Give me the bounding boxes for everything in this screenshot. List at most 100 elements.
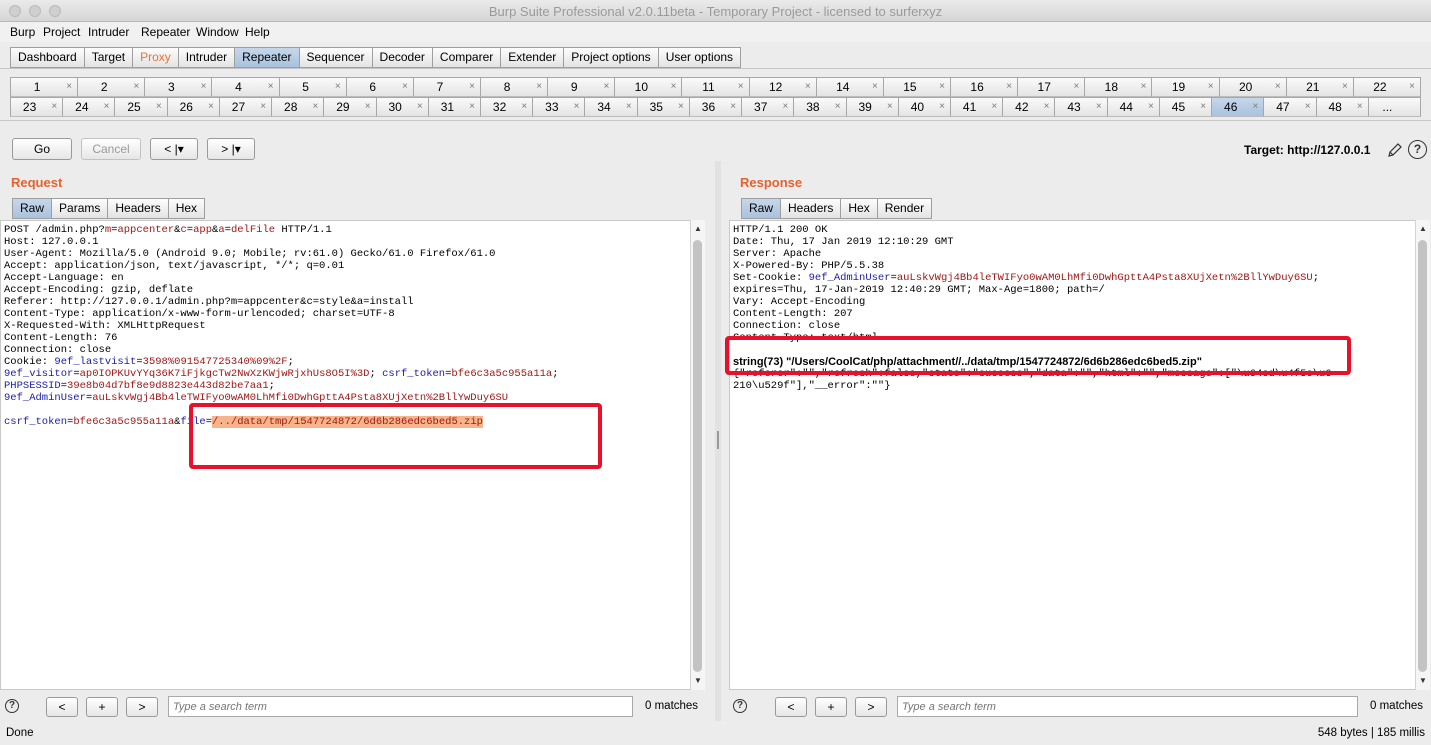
repeater-tab-10[interactable]: 10 × <box>614 77 683 97</box>
repeater-tab-9[interactable]: 9 × <box>547 77 616 97</box>
repeater-tab-30[interactable]: 30 × <box>375 97 429 117</box>
tab-project-options[interactable]: Project options <box>563 47 658 68</box>
close-tab-icon[interactable]: × <box>51 98 57 116</box>
close-tab-icon[interactable]: × <box>805 78 811 96</box>
close-tab-icon[interactable]: × <box>1200 98 1206 116</box>
close-tab-icon[interactable]: × <box>260 98 266 116</box>
close-tab-icon[interactable]: × <box>268 78 274 96</box>
repeater-tab-20[interactable]: 20 × <box>1218 77 1287 97</box>
close-tab-icon[interactable]: × <box>1148 98 1154 116</box>
tab-decoder[interactable]: Decoder <box>371 47 432 68</box>
repeater-tab-46[interactable]: 46 × <box>1211 97 1265 117</box>
close-tab-icon[interactable]: × <box>1305 98 1311 116</box>
repeater-tab-23[interactable]: 23 × <box>10 97 64 117</box>
tab-comparer[interactable]: Comparer <box>431 47 501 68</box>
help-icon[interactable]: ? <box>1408 140 1427 159</box>
repeater-tab-47[interactable]: 47 × <box>1263 97 1317 117</box>
repeater-tab-6[interactable]: 6 × <box>345 77 414 97</box>
go-button[interactable]: Go <box>12 138 72 160</box>
response-help-icon[interactable]: ? <box>733 699 747 713</box>
request-tab-headers[interactable]: Headers <box>107 198 168 219</box>
repeater-tab-43[interactable]: 43 × <box>1054 97 1108 117</box>
repeater-tab-...[interactable]: ... <box>1367 97 1421 117</box>
tab-proxy[interactable]: Proxy <box>132 47 178 68</box>
repeater-tab-2[interactable]: 2 × <box>77 77 146 97</box>
close-tab-icon[interactable]: × <box>671 78 677 96</box>
close-tab-icon[interactable]: × <box>521 98 527 116</box>
pencil-icon[interactable] <box>1386 141 1404 159</box>
menu-burp[interactable]: Burp <box>10 25 35 39</box>
menu-repeater[interactable]: Repeater <box>141 25 190 39</box>
repeater-tab-38[interactable]: 38 × <box>793 97 847 117</box>
close-tab-icon[interactable]: × <box>678 98 684 116</box>
close-tab-icon[interactable]: × <box>66 78 72 96</box>
split-divider[interactable] <box>715 161 721 721</box>
forward-button[interactable]: > |▾ <box>207 138 255 160</box>
repeater-tab-14[interactable]: 14 × <box>815 77 884 97</box>
request-tab-raw[interactable]: Raw <box>12 198 52 219</box>
close-tab-icon[interactable]: × <box>1342 78 1348 96</box>
close-tab-icon[interactable]: × <box>1275 78 1281 96</box>
scroll-up-icon[interactable]: ▲ <box>694 224 702 233</box>
repeater-tab-24[interactable]: 24 × <box>62 97 116 117</box>
repeater-tab-34[interactable]: 34 × <box>584 97 638 117</box>
menu-project[interactable]: Project <box>43 25 80 39</box>
close-tab-icon[interactable]: × <box>574 98 580 116</box>
repeater-tab-8[interactable]: 8 × <box>480 77 549 97</box>
response-search-prev-button[interactable]: < <box>775 697 807 717</box>
repeater-tab-35[interactable]: 35 × <box>636 97 690 117</box>
repeater-tab-5[interactable]: 5 × <box>278 77 347 97</box>
repeater-tab-17[interactable]: 17 × <box>1017 77 1086 97</box>
request-search-next-button[interactable]: > <box>126 697 158 717</box>
repeater-tab-41[interactable]: 41 × <box>950 97 1004 117</box>
close-tab-icon[interactable]: × <box>156 98 162 116</box>
repeater-tab-45[interactable]: 45 × <box>1158 97 1213 117</box>
repeater-tab-48[interactable]: 48 × <box>1315 97 1369 117</box>
request-search-add-button[interactable]: + <box>86 697 118 717</box>
close-tab-icon[interactable]: × <box>730 98 736 116</box>
response-tab-hex[interactable]: Hex <box>840 198 877 219</box>
close-tab-icon[interactable]: × <box>872 78 878 96</box>
close-tab-icon[interactable]: × <box>201 78 207 96</box>
repeater-tab-19[interactable]: 19 × <box>1151 77 1220 97</box>
back-button[interactable]: < |▾ <box>150 138 198 160</box>
repeater-tab-27[interactable]: 27 × <box>218 97 273 117</box>
tab-extender[interactable]: Extender <box>500 47 564 68</box>
close-tab-icon[interactable]: × <box>939 98 945 116</box>
tab-dashboard[interactable]: Dashboard <box>10 47 84 68</box>
repeater-tab-42[interactable]: 42 × <box>1002 97 1056 117</box>
response-tab-headers[interactable]: Headers <box>780 198 841 219</box>
repeater-tab-12[interactable]: 12 × <box>748 77 817 97</box>
repeater-tab-29[interactable]: 29 × <box>323 97 377 117</box>
response-search-next-button[interactable]: > <box>855 697 887 717</box>
repeater-tab-21[interactable]: 21 × <box>1285 77 1354 97</box>
request-scrollbar[interactable]: ▲ ▼ <box>690 220 705 690</box>
repeater-tab-1[interactable]: 1 × <box>10 77 79 97</box>
repeater-tab-4[interactable]: 4 × <box>211 77 280 97</box>
repeater-tab-18[interactable]: 18 × <box>1084 77 1153 97</box>
close-tab-icon[interactable]: × <box>939 78 945 96</box>
close-tab-icon[interactable]: × <box>469 78 475 96</box>
tab-intruder[interactable]: Intruder <box>177 47 235 68</box>
response-scrollbar[interactable]: ▲ ▼ <box>1415 220 1430 690</box>
scroll-thumb[interactable] <box>1418 240 1427 672</box>
close-tab-icon[interactable]: × <box>1096 98 1102 116</box>
tab-repeater[interactable]: Repeater <box>234 47 299 68</box>
repeater-tab-11[interactable]: 11 × <box>681 77 750 97</box>
response-search-add-button[interactable]: + <box>815 697 847 717</box>
close-tab-icon[interactable]: × <box>1073 78 1079 96</box>
response-tab-render[interactable]: Render <box>876 198 933 219</box>
scroll-down-icon[interactable]: ▼ <box>694 676 702 685</box>
response-tab-raw[interactable]: Raw <box>741 198 781 219</box>
close-tab-icon[interactable]: × <box>208 98 214 116</box>
request-tab-hex[interactable]: Hex <box>167 198 206 219</box>
close-tab-icon[interactable]: × <box>738 78 744 96</box>
repeater-tab-31[interactable]: 31 × <box>427 97 481 117</box>
close-tab-icon[interactable]: × <box>133 78 139 96</box>
repeater-tab-25[interactable]: 25 × <box>114 97 168 117</box>
repeater-tab-37[interactable]: 37 × <box>741 97 795 117</box>
menu-window[interactable]: Window <box>196 25 239 39</box>
repeater-tab-15[interactable]: 15 × <box>882 77 951 97</box>
close-tab-icon[interactable]: × <box>536 78 542 96</box>
repeater-tab-39[interactable]: 39 × <box>845 97 899 117</box>
